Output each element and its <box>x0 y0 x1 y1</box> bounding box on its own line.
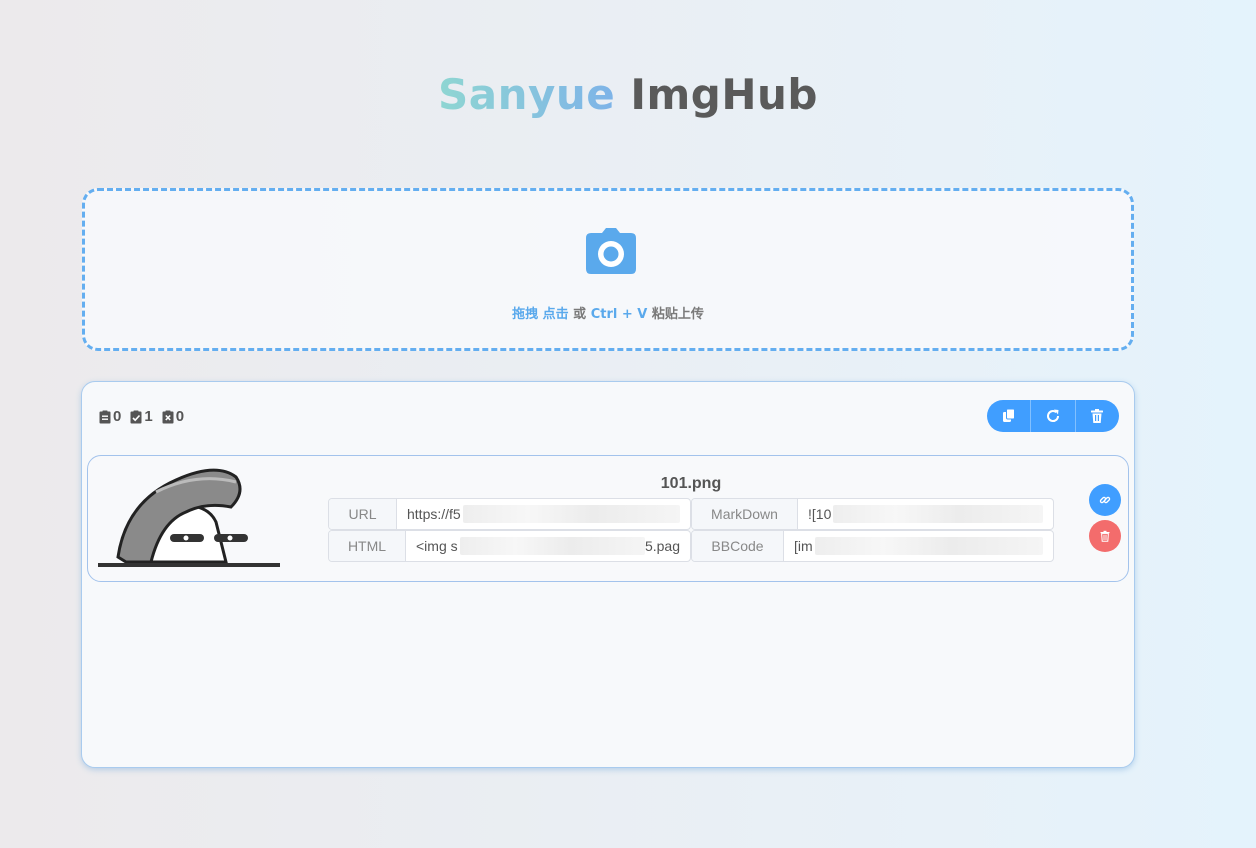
bbcode-link-row: BBCode [im <box>691 530 1054 562</box>
upload-dropzone[interactable]: 拖拽 点击 或 Ctrl + V 粘贴上传 <box>82 188 1134 351</box>
camera-icon <box>586 228 636 274</box>
markdown-label: MarkDown <box>692 499 798 529</box>
html-label: HTML <box>329 531 406 561</box>
clipboard-list-icon <box>99 410 111 423</box>
stat-failed: 0 <box>161 408 184 425</box>
copy-all-button[interactable] <box>987 400 1032 432</box>
stat-failed-count: 0 <box>175 408 185 425</box>
refresh-icon <box>1047 409 1059 422</box>
markdown-value[interactable]: ![10 <box>798 499 1053 529</box>
image-thumbnail[interactable] <box>96 462 282 572</box>
bbcode-label: BBCode <box>692 531 784 561</box>
html-link-row: HTML <img s 5.pag <box>328 530 691 562</box>
hint-click[interactable]: 点击 <box>543 307 569 322</box>
markdown-value-text: ![10 <box>808 506 832 522</box>
url-label: URL <box>329 499 397 529</box>
bbcode-value[interactable]: [im <box>784 531 1053 561</box>
html-value[interactable]: <img s 5.pag <box>406 531 690 561</box>
html-value-text: <img s <box>416 538 458 554</box>
title-imghub: ImgHub <box>630 70 818 119</box>
upload-list-panel: 0 1 0 101.png URL https://f5 MarkDown ![… <box>81 381 1135 768</box>
html-value-suffix: 5.pag <box>644 538 680 554</box>
link-icon <box>1099 496 1111 504</box>
markdown-link-row: MarkDown ![10 <box>691 498 1054 530</box>
clear-all-button[interactable] <box>1076 400 1119 432</box>
clipboard-check-icon <box>130 410 142 423</box>
bulk-actions-toolbar <box>987 400 1119 432</box>
stat-pending: 0 <box>98 408 121 425</box>
hint-drag: 拖拽 <box>512 307 539 322</box>
delete-icon <box>1100 530 1110 542</box>
hint-or: 或 <box>573 307 587 322</box>
url-link-row: URL https://f5 <box>328 498 691 530</box>
copy-all-icon <box>1002 408 1015 422</box>
upload-stats: 0 1 0 <box>98 408 188 425</box>
url-value-text: https://f5 <box>407 506 461 522</box>
bbcode-redacted <box>814 537 1043 555</box>
page-title: Sanyue ImgHub <box>0 70 1256 119</box>
delete-item-button[interactable] <box>1089 520 1121 552</box>
upload-hint: 拖拽 点击 或 Ctrl + V 粘贴上传 <box>85 303 1131 322</box>
title-sanyue: Sanyue <box>438 70 616 119</box>
url-value[interactable]: https://f5 <box>397 499 690 529</box>
trash-icon <box>1091 409 1104 423</box>
html-redacted <box>459 537 645 555</box>
file-name: 101.png <box>660 475 722 492</box>
url-redacted <box>462 505 680 523</box>
stat-success-count: 1 <box>144 408 153 425</box>
bbcode-value-text: [im <box>794 538 813 554</box>
hint-paste: 粘贴上传 <box>651 307 704 322</box>
copy-link-button[interactable] <box>1089 484 1121 516</box>
uploaded-image-card: 101.png URL https://f5 MarkDown ![10 HTM… <box>87 455 1129 582</box>
retry-button[interactable] <box>1031 400 1076 432</box>
stat-pending-count: 0 <box>113 408 122 425</box>
clipboard-x-icon <box>162 410 174 423</box>
stat-success: 1 <box>129 408 153 425</box>
markdown-redacted <box>833 505 1043 523</box>
hint-keys: Ctrl + V <box>590 307 648 322</box>
